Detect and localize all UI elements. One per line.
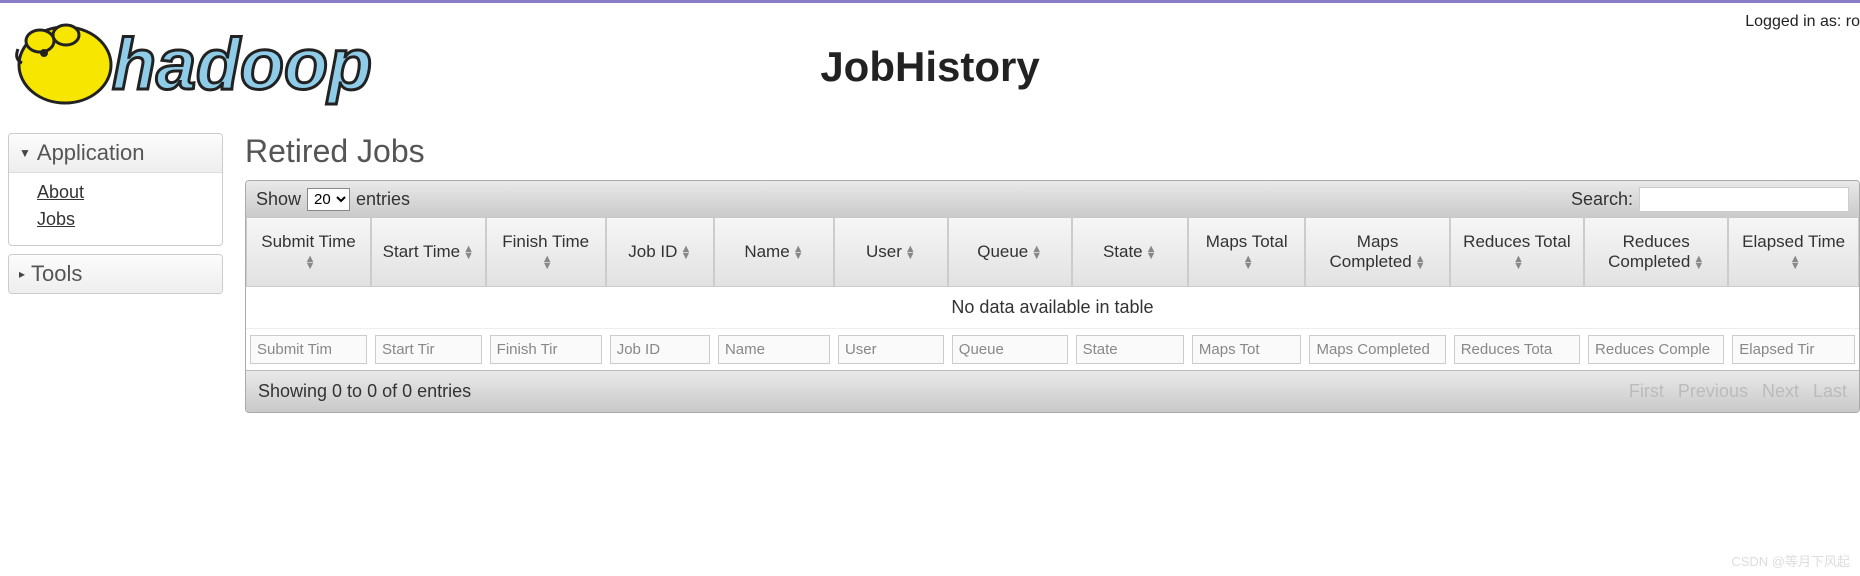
- caret-right-icon: ▸: [19, 267, 25, 281]
- column-label: Queue: [977, 242, 1028, 261]
- entries-label: entries: [356, 189, 410, 210]
- column-filter-input[interactable]: [1309, 335, 1445, 364]
- column-header[interactable]: Reduces Total ▲▼: [1450, 218, 1584, 287]
- sidebar-section-tools: ▸ Tools: [8, 254, 223, 294]
- sort-icon: ▲▼: [680, 246, 691, 260]
- sort-icon: ▲▼: [793, 246, 804, 260]
- pager-next[interactable]: Next: [1762, 381, 1799, 402]
- sidebar-section-application: ▼ Application About Jobs: [8, 133, 223, 246]
- sidebar-toggle-application[interactable]: ▼ Application: [9, 134, 222, 173]
- sort-icon: ▲▼: [1415, 256, 1426, 270]
- sort-icon: ▲▼: [1513, 256, 1524, 270]
- svg-text:hadoop: hadoop: [112, 25, 372, 105]
- column-label: Job ID: [628, 242, 677, 261]
- sort-icon: ▲▼: [905, 246, 916, 260]
- column-label: Maps Completed: [1330, 232, 1412, 271]
- table-info: Showing 0 to 0 of 0 entries: [258, 381, 471, 402]
- sidebar-section-title: Tools: [31, 261, 82, 287]
- search-input[interactable]: [1639, 187, 1849, 212]
- login-info: Logged in as: ro: [1745, 13, 1860, 31]
- show-label: Show: [256, 189, 301, 210]
- entries-select[interactable]: 20: [307, 188, 350, 211]
- column-filter-input[interactable]: [610, 335, 710, 364]
- sidebar: ▼ Application About Jobs ▸ Tools: [8, 133, 223, 302]
- column-filter-input[interactable]: [250, 335, 367, 364]
- sort-icon: ▲▼: [1693, 256, 1704, 270]
- page-title: JobHistory: [820, 43, 1039, 91]
- column-filter-input[interactable]: [952, 335, 1068, 364]
- column-label: Maps Total: [1206, 232, 1288, 251]
- sort-icon: ▲▼: [1243, 256, 1254, 270]
- column-label: Finish Time: [502, 232, 589, 251]
- column-filter-input[interactable]: [1454, 335, 1580, 364]
- sidebar-link-jobs[interactable]: Jobs: [37, 206, 208, 233]
- column-header[interactable]: Elapsed Time ▲▼: [1728, 218, 1859, 287]
- column-header[interactable]: Maps Completed▲▼: [1305, 218, 1449, 287]
- column-filter-input[interactable]: [838, 335, 944, 364]
- empty-row: No data available in table: [246, 287, 1859, 328]
- column-header[interactable]: Submit Time ▲▼: [246, 218, 371, 287]
- column-header[interactable]: Maps Total ▲▼: [1188, 218, 1306, 287]
- filter-row: [246, 328, 1859, 370]
- watermark: CSDN @等月下风起: [1731, 551, 1850, 570]
- sort-icon: ▲▼: [542, 256, 553, 270]
- column-label: Name: [744, 242, 789, 261]
- column-label: State: [1103, 242, 1143, 261]
- column-header[interactable]: Start Time▲▼: [371, 218, 486, 287]
- sort-icon: ▲▼: [463, 246, 474, 260]
- sort-icon: ▲▼: [1031, 246, 1042, 260]
- sidebar-toggle-tools[interactable]: ▸ Tools: [9, 255, 222, 293]
- empty-message: No data available in table: [246, 287, 1859, 328]
- sidebar-section-title: Application: [37, 140, 145, 166]
- column-filter-input[interactable]: [1192, 335, 1302, 364]
- column-filter-input[interactable]: [490, 335, 602, 364]
- sort-icon: ▲▼: [305, 256, 316, 270]
- column-header[interactable]: Job ID▲▼: [606, 218, 714, 287]
- sidebar-link-about[interactable]: About: [37, 179, 208, 206]
- column-filter-input[interactable]: [718, 335, 830, 364]
- column-filter-input[interactable]: [375, 335, 482, 364]
- column-header[interactable]: User▲▼: [834, 218, 948, 287]
- column-header[interactable]: Finish Time ▲▼: [486, 218, 606, 287]
- column-filter-input[interactable]: [1732, 335, 1855, 364]
- jobs-table-container: Show 20 entries Search: Submit Time▲▼Sta…: [245, 180, 1860, 413]
- section-title: Retired Jobs: [245, 133, 1860, 170]
- pager-previous[interactable]: Previous: [1678, 381, 1748, 402]
- column-label: Elapsed Time: [1742, 232, 1845, 251]
- jobs-table: Submit Time▲▼Start Time▲▼Finish Time▲▼Jo…: [246, 218, 1859, 370]
- logo: hadoop: [0, 11, 390, 109]
- column-label: Reduces Completed: [1608, 232, 1690, 271]
- column-header[interactable]: State▲▼: [1072, 218, 1188, 287]
- caret-down-icon: ▼: [19, 146, 31, 160]
- pager-last[interactable]: Last: [1813, 381, 1847, 402]
- hadoop-logo-icon: hadoop: [10, 11, 390, 109]
- sort-icon: ▲▼: [1146, 246, 1157, 260]
- search-label: Search:: [1571, 189, 1633, 210]
- column-header[interactable]: Name ▲▼: [714, 218, 834, 287]
- column-label: Reduces Total: [1463, 232, 1570, 251]
- sort-icon: ▲▼: [1790, 256, 1801, 270]
- column-label: User: [866, 242, 902, 261]
- column-header[interactable]: Reduces Completed▲▼: [1584, 218, 1728, 287]
- table-toolbar: Show 20 entries Search:: [246, 181, 1859, 218]
- column-label: Submit Time: [261, 232, 355, 251]
- column-filter-input[interactable]: [1076, 335, 1184, 364]
- pager-first[interactable]: First: [1629, 381, 1664, 402]
- column-filter-input[interactable]: [1588, 335, 1724, 364]
- column-label: Start Time: [383, 242, 460, 261]
- column-header[interactable]: Queue▲▼: [948, 218, 1072, 287]
- table-footer: Showing 0 to 0 of 0 entries First Previo…: [246, 370, 1859, 412]
